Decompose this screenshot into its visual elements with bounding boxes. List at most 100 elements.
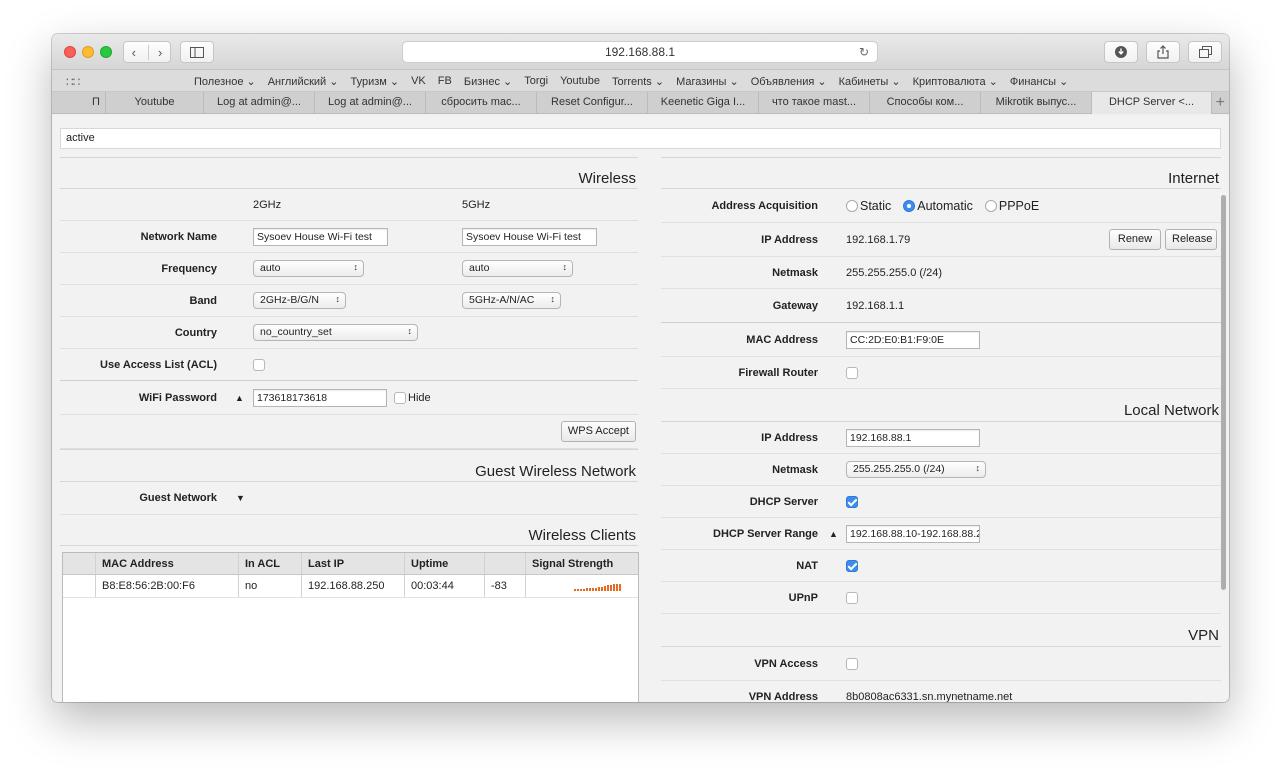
signal-bar [595, 588, 597, 591]
firewall-checkbox[interactable] [846, 366, 858, 379]
collapse-triangle-icon[interactable]: ▲ [829, 529, 838, 539]
browser-tab[interactable]: Log at admin@... [204, 92, 315, 114]
left-column: Wireless 2GHz 5GHz Network Name Sysoev H… [60, 157, 639, 702]
internet-title: Internet [661, 157, 1221, 189]
pppoe-radio[interactable] [984, 199, 997, 212]
bookmark-item[interactable]: Torgi [524, 75, 548, 87]
zoom-window-button[interactable] [100, 46, 112, 58]
browser-tab[interactable]: Способы ком... [870, 92, 981, 114]
dhcp-server-checkbox[interactable] [846, 495, 858, 508]
page-scrollbar[interactable] [1221, 195, 1226, 590]
network-name-5g-input[interactable]: Sysoev House Wi-Fi test [462, 227, 597, 246]
automatic-radio[interactable] [903, 199, 916, 212]
dhcp-range-row: DHCP Server Range ▲ 192.168.88.10-192.16… [661, 518, 1221, 550]
col-signal[interactable] [485, 553, 526, 574]
col-mac[interactable]: MAC Address [96, 553, 239, 574]
upnp-checkbox[interactable] [846, 591, 858, 604]
wan-ip-row: IP Address 192.168.1.79 Renew Release [661, 223, 1221, 257]
lan-ip-input[interactable]: 192.168.88.1 [846, 428, 980, 447]
signal-bar [577, 589, 579, 591]
bookmark-item[interactable]: Английский ⌄ [268, 75, 339, 88]
wireless-clients-title: Wireless Clients [60, 515, 638, 546]
hide-checkbox[interactable] [394, 391, 406, 404]
password-input[interactable]: 173618173618 [253, 388, 387, 407]
upnp-row: UPnP [661, 582, 1221, 614]
new-tab-button[interactable]: + [1216, 92, 1225, 113]
bookmark-item[interactable]: VK [411, 75, 426, 87]
address-bar[interactable]: 192.168.88.1 ↻ [402, 41, 878, 63]
vpn-access-row: VPN Access [661, 647, 1221, 681]
forward-icon[interactable]: › [149, 45, 162, 60]
collapse-triangle-icon[interactable]: ▲ [235, 393, 244, 403]
signal-bar [592, 588, 594, 591]
reload-icon[interactable]: ↻ [859, 42, 869, 62]
browser-tab[interactable]: что такое mast... [759, 92, 870, 114]
bookmark-item[interactable]: Криптовалюта ⌄ [913, 75, 998, 88]
table-row[interactable]: B8:E8:56:2B:00:F6 no 192.168.88.250 00:0… [63, 575, 638, 598]
col-signal-strength[interactable]: Signal Strength [526, 553, 638, 574]
bookmark-item[interactable]: Туризм ⌄ [350, 75, 399, 88]
release-button[interactable]: Release [1165, 229, 1217, 250]
gateway-label: Gateway [772, 299, 818, 312]
acl-checkbox[interactable] [253, 358, 265, 371]
nat-checkbox[interactable] [846, 559, 858, 572]
close-window-button[interactable] [64, 46, 76, 58]
guest-wireless-title: Guest Wireless Network [60, 449, 638, 482]
mac-address-label: MAC Address [746, 333, 818, 346]
downloads-button[interactable] [1104, 41, 1138, 63]
acl-row: Use Access List (ACL) [60, 349, 638, 381]
frequency-2g-select[interactable]: auto ↕ [253, 260, 364, 277]
bookmark-item[interactable]: Youtube [560, 75, 600, 87]
back-icon[interactable]: ‹ [132, 44, 149, 60]
bookmark-item[interactable]: Бизнес ⌄ [464, 75, 512, 88]
vpn-access-checkbox[interactable] [846, 657, 858, 670]
back-forward-buttons[interactable]: ‹ › [123, 41, 171, 63]
band-2g-select[interactable]: 2GHz-B/G/N ↕ [253, 292, 346, 309]
browser-tab[interactable]: Youtube [106, 92, 204, 114]
grid-icon[interactable]: ∷∷ [66, 75, 80, 89]
browser-tab[interactable]: Keenetic Giga I... [648, 92, 759, 114]
col-last-ip[interactable]: Last IP [302, 553, 405, 574]
share-button[interactable] [1146, 41, 1180, 63]
network-name-2g-input[interactable]: Sysoev House Wi-Fi test [253, 227, 388, 246]
bookmark-item[interactable]: Финансы ⌄ [1010, 75, 1068, 88]
browser-tab[interactable]: Log at admin@... [315, 92, 426, 114]
col-uptime[interactable]: Uptime [405, 553, 485, 574]
static-radio[interactable] [846, 199, 858, 212]
signal-bar [610, 585, 612, 591]
minimize-window-button[interactable] [82, 46, 94, 58]
sidebar-button[interactable] [180, 41, 214, 63]
vpn-access-label: VPN Access [754, 657, 818, 670]
bookmark-item[interactable]: Объявления ⌄ [751, 75, 827, 88]
select-arrows-icon: ↕ [550, 294, 556, 304]
signal-bar [598, 587, 600, 591]
wan-netmask-value: 255.255.255.0 (/24) [846, 266, 943, 279]
tabs-overview-button[interactable] [1188, 41, 1222, 63]
bookmark-item[interactable]: Кабинеты ⌄ [839, 75, 901, 88]
browser-tab[interactable]: Mikrotik выпус... [981, 92, 1092, 114]
mac-address-input[interactable]: CC:2D:E0:B1:F9:0E [846, 330, 980, 349]
firewall-label: Firewall Router [738, 366, 818, 379]
bookmark-item[interactable]: Torrents ⌄ [612, 75, 664, 88]
lan-netmask-select[interactable]: 255.255.255.0 (/24) ↕ [846, 461, 986, 478]
expand-triangle-icon[interactable]: ▼ [236, 493, 245, 503]
bookmark-item[interactable]: Полезное ⌄ [194, 75, 256, 88]
band-5g-select[interactable]: 5GHz-A/N/AC ↕ [462, 292, 561, 309]
dhcp-range-input[interactable]: 192.168.88.10-192.168.88.254 [846, 524, 980, 543]
browser-tab[interactable]: П [52, 92, 106, 114]
renew-button[interactable]: Renew [1109, 229, 1161, 250]
browser-tab[interactable]: Reset Configur... [537, 92, 648, 114]
nat-label: NAT [796, 559, 818, 572]
frequency-2g-value: auto [260, 262, 281, 274]
frequency-5g-select[interactable]: auto ↕ [462, 260, 573, 277]
lan-ip-label: IP Address [761, 431, 818, 444]
bookmark-item[interactable]: Магазины ⌄ [676, 75, 739, 88]
browser-tab[interactable]: DHCP Server <... [1092, 92, 1212, 114]
bookmark-item[interactable]: FB [438, 75, 452, 87]
country-select[interactable]: no_country_set ↕ [253, 324, 418, 341]
address-acquisition-label: Address Acquisition [711, 199, 818, 212]
wps-accept-button[interactable]: WPS Accept [560, 421, 636, 442]
wan-ip-label: IP Address [761, 233, 818, 246]
browser-tab[interactable]: сбросить mac... [426, 92, 537, 114]
col-in-acl[interactable]: In ACL [239, 553, 302, 574]
